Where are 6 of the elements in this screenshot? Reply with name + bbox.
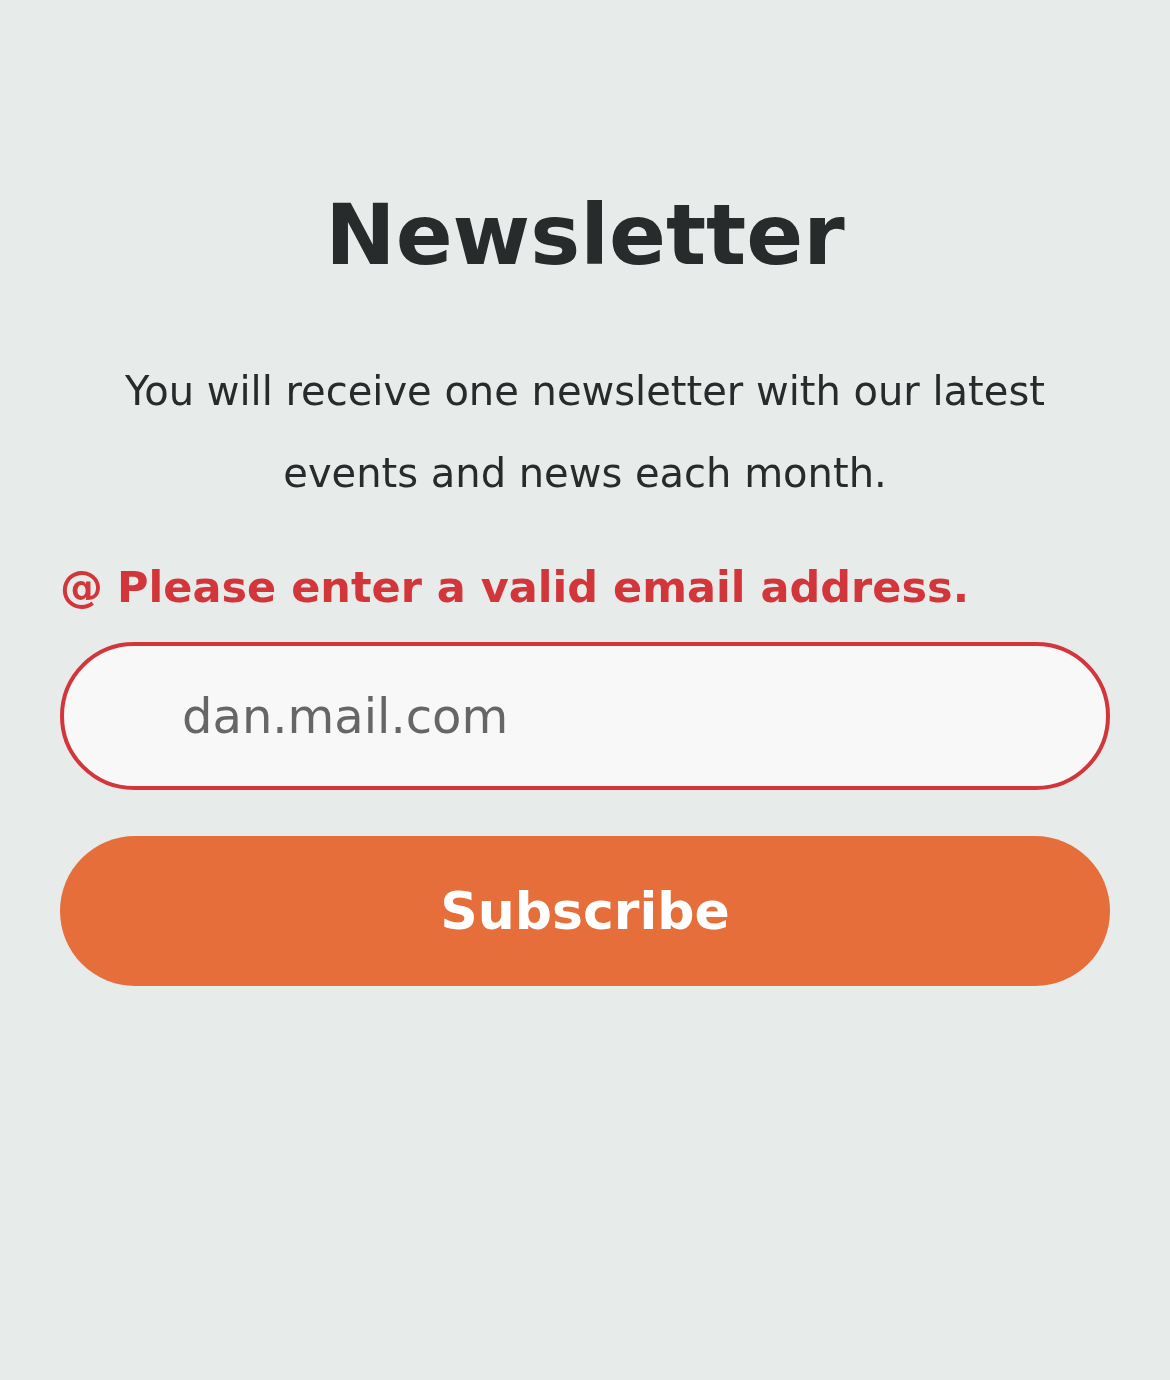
at-sign-icon: @: [60, 562, 103, 612]
subscribe-button[interactable]: Subscribe: [60, 836, 1110, 986]
email-input-field[interactable]: dan.mail.com: [60, 642, 1110, 790]
error-message: Please enter a valid email address.: [117, 562, 969, 612]
description-text: You will receive one newsletter with our latest events and news each month.: [124, 367, 1046, 498]
newsletter-title: Newsletter: [325, 185, 845, 286]
